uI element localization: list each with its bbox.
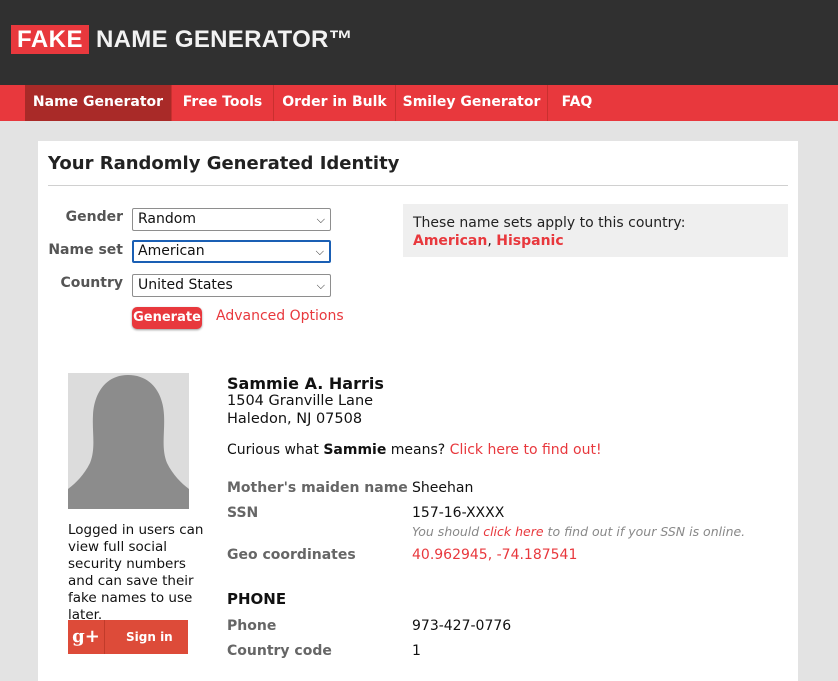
country-select-value: United States [138,277,233,293]
chevron-down-icon: ⌵ [316,279,325,292]
google-plus-icon: g+ [68,620,105,654]
signin-label: Sign in [126,630,173,644]
nameset-label: Name set [48,242,123,258]
gender-select[interactable]: Random ⌵ [132,208,331,231]
nameset-link-american[interactable]: American [413,233,487,249]
chevron-down-icon: ⌵ [316,213,325,226]
geo-coordinates-link[interactable]: 40.962945, -74.187541 [412,547,577,563]
ssn-check-link[interactable]: click here [483,524,543,539]
nameset-separator: , [487,233,492,249]
title-divider [48,185,788,186]
chevron-down-icon: ⌵ [315,245,324,258]
curious-name: Sammie [323,442,387,458]
phone-label: Phone [227,618,277,634]
ssn-value: 157-16-XXXX [412,505,505,521]
country-code-value: 1 [412,643,421,659]
country-code-label: Country code [227,643,332,659]
nameset-select-value: American [138,243,205,259]
nameset-link-hispanic[interactable]: Hispanic [496,233,563,249]
address-line-2: Haledon, NJ 07508 [227,411,363,427]
page-title: Your Randomly Generated Identity [48,153,400,174]
nameset-select[interactable]: American ⌵ [132,240,331,263]
logo-title: NAME GENERATOR™ [96,25,353,53]
nav-smiley-generator[interactable]: Smiley Generator [396,85,548,121]
gender-select-value: Random [138,211,196,227]
main-nav: Name Generator Free Tools Order in Bulk … [0,85,838,121]
gender-label: Gender [65,209,123,225]
login-note: Logged in users can view full social sec… [68,522,204,623]
maiden-name-label: Mother's maiden name [227,480,408,496]
name-meaning-prompt: Curious what Sammie means? Click here to… [227,442,602,458]
ssn-note-prefix: You should [412,524,480,539]
ssn-label: SSN [227,505,259,521]
nav-order-in-bulk[interactable]: Order in Bulk [274,85,396,121]
country-label: Country [60,275,123,291]
nav-faq[interactable]: FAQ [548,85,606,121]
nameset-info-text: These name sets apply to this country: [413,215,686,231]
country-select[interactable]: United States ⌵ [132,274,331,297]
phone-section-heading: PHONE [227,590,287,608]
address-line-1: 1504 Granville Lane [227,393,374,409]
google-signin-button[interactable]: g+ Sign in [68,620,188,654]
avatar-silhouette-icon [68,373,189,509]
curious-mid: means? [390,442,446,458]
site-logo[interactable]: FAKE NAME GENERATOR™ [11,25,353,54]
curious-prefix: Curious what [227,442,319,458]
ssn-note: You should click here to find out if you… [412,524,745,539]
maiden-name-value: Sheehan [412,480,474,496]
site-header: FAKE NAME GENERATOR™ [0,0,838,85]
phone-value: 973-427-0776 [412,618,512,634]
nav-name-generator[interactable]: Name Generator [25,85,172,121]
nameset-info-box: These name sets apply to this country: A… [403,204,788,257]
ssn-note-suffix: to find out if your SSN is online. [547,524,746,539]
logo-fake-badge: FAKE [11,25,90,54]
generate-button[interactable]: Generate [132,307,202,329]
advanced-options-link[interactable]: Advanced Options [216,308,344,324]
avatar [68,373,189,509]
nav-free-tools[interactable]: Free Tools [172,85,274,121]
name-meaning-link[interactable]: Click here to find out! [450,442,602,458]
identity-name: Sammie A. Harris [227,374,384,393]
geo-label: Geo coordinates [227,547,356,563]
identity-panel: Your Randomly Generated Identity Gender … [38,141,798,681]
